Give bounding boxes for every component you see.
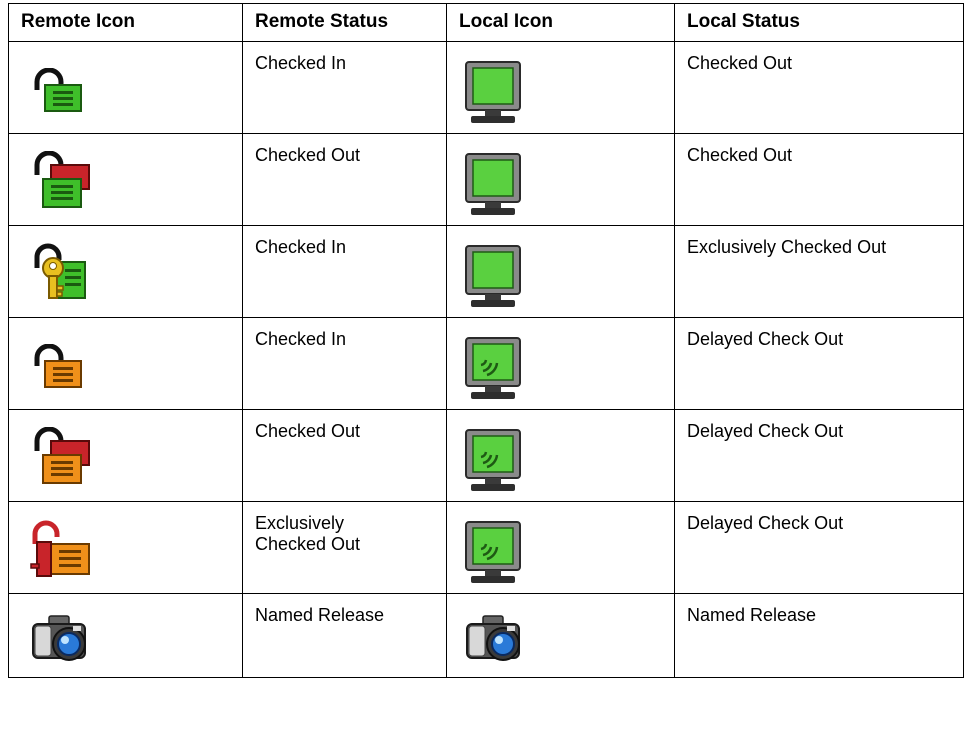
local-icon-cell bbox=[446, 317, 675, 410]
green-monitor-signal-icon bbox=[463, 519, 523, 585]
open-padlock-red-green-icon bbox=[29, 151, 93, 209]
table-row: Checked In Checked Out bbox=[8, 41, 964, 134]
open-padlock-red-orange-icon bbox=[29, 427, 93, 485]
key-padlock-green-icon bbox=[31, 242, 91, 302]
remote-icon-cell bbox=[8, 133, 243, 226]
remote-status-cell: Named Release bbox=[242, 593, 447, 678]
remote-status-cell: Checked In bbox=[242, 41, 447, 134]
local-icon-cell bbox=[446, 593, 675, 678]
camera-icon bbox=[463, 610, 527, 668]
remote-status-text: Named Release bbox=[255, 605, 385, 625]
header-row: Remote Icon Remote Status Local Icon Loc… bbox=[8, 3, 964, 42]
local-status-cell: Delayed Check Out bbox=[674, 317, 964, 410]
remote-status-cell: Exclusively Checked Out bbox=[242, 501, 447, 594]
header-local-status: Local Status bbox=[674, 3, 964, 42]
local-status-text: Delayed Check Out bbox=[687, 513, 844, 533]
local-status-text: Delayed Check Out bbox=[687, 329, 844, 349]
remote-icon-cell bbox=[8, 225, 243, 318]
remote-status-cell: Checked In bbox=[242, 317, 447, 410]
local-status-text: Named Release bbox=[687, 605, 817, 625]
table-row: Checked Out Delayed Check Out bbox=[8, 409, 964, 502]
local-icon-cell bbox=[446, 225, 675, 318]
remote-status-cell: Checked Out bbox=[242, 409, 447, 502]
local-status-cell: Delayed Check Out bbox=[674, 501, 964, 594]
local-status-text: Delayed Check Out bbox=[687, 421, 844, 441]
remote-icon-cell bbox=[8, 501, 243, 594]
local-status-cell: Checked Out bbox=[674, 133, 964, 226]
local-status-text: Checked Out bbox=[687, 145, 793, 165]
header-local-icon: Local Icon bbox=[446, 3, 675, 42]
table-row: Checked In Delayed Check Out bbox=[8, 317, 964, 410]
open-padlock-green-icon bbox=[29, 68, 93, 114]
key-padlock-orange-icon bbox=[29, 520, 91, 578]
green-monitor-signal-icon bbox=[463, 335, 523, 401]
green-monitor-icon bbox=[463, 151, 523, 217]
green-monitor-icon bbox=[463, 59, 523, 125]
local-status-cell: Named Release bbox=[674, 593, 964, 678]
open-padlock-orange-icon bbox=[29, 344, 93, 390]
remote-status-cell: Checked Out bbox=[242, 133, 447, 226]
camera-icon bbox=[29, 610, 93, 668]
local-icon-cell bbox=[446, 409, 675, 502]
local-status-text: Checked Out bbox=[687, 53, 793, 73]
green-monitor-signal-icon bbox=[463, 427, 523, 493]
remote-icon-cell bbox=[8, 41, 243, 134]
remote-status-text: Checked Out bbox=[255, 145, 361, 165]
header-remote-icon: Remote Icon bbox=[8, 3, 243, 42]
local-status-text: Exclusively Checked Out bbox=[687, 237, 887, 257]
local-icon-cell bbox=[446, 501, 675, 594]
local-status-cell: Exclusively Checked Out bbox=[674, 225, 964, 318]
remote-icon-cell bbox=[8, 409, 243, 502]
green-monitor-icon bbox=[463, 243, 523, 309]
header-remote-status: Remote Status bbox=[242, 3, 447, 42]
local-status-cell: Delayed Check Out bbox=[674, 409, 964, 502]
table-row: Checked In Exclusively Checked Out bbox=[8, 225, 964, 318]
local-icon-cell bbox=[446, 41, 675, 134]
table-row: Exclusively Checked Out Delayed Check Ou… bbox=[8, 501, 964, 594]
remote-status-text: Checked In bbox=[255, 53, 347, 73]
local-icon-cell bbox=[446, 133, 675, 226]
remote-status-text: Checked In bbox=[255, 329, 347, 349]
remote-status-text: Checked In bbox=[255, 237, 347, 257]
remote-icon-cell bbox=[8, 317, 243, 410]
remote-status-text: Checked Out bbox=[255, 421, 361, 441]
remote-status-cell: Checked In bbox=[242, 225, 447, 318]
local-status-cell: Checked Out bbox=[674, 41, 964, 134]
table-row: Checked Out Checked Out bbox=[8, 133, 964, 226]
remote-icon-cell bbox=[8, 593, 243, 678]
icon-status-table: Remote Icon Remote Status Local Icon Loc… bbox=[8, 3, 964, 678]
remote-status-text: Exclusively Checked Out bbox=[255, 513, 361, 554]
table-row: Named Release Named Release bbox=[8, 593, 964, 678]
